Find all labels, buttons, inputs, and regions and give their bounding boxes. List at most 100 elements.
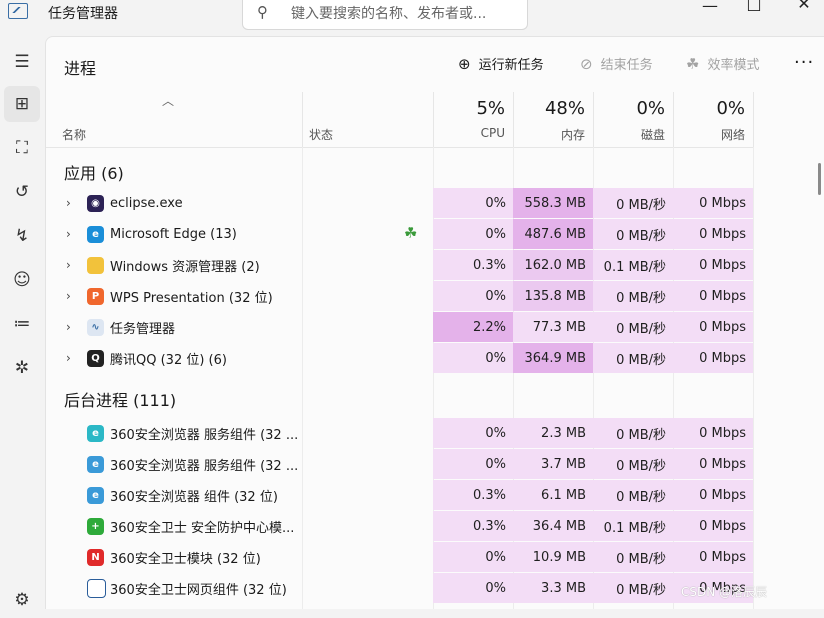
memory-total: 48% (544, 98, 585, 119)
cpu-cell: 0% (433, 449, 513, 479)
process-row[interactable]: e 360安全浏览器 服务组件 (32 ... (46, 449, 302, 479)
eclipse-icon: ◉ (87, 194, 104, 212)
page-title: 进程 (64, 59, 97, 78)
performance-nav-icon[interactable]: ⛶ (4, 130, 40, 166)
disk-cell: 0 MB/秒 (593, 312, 673, 342)
process-row[interactable]: › Windows 资源管理器 (2) (46, 250, 302, 280)
mem-cell: 364.9 MB (513, 343, 593, 373)
group-header-background[interactable]: 后台进程 (111) (64, 387, 176, 411)
disk-cell: 0 MB/秒 (593, 219, 673, 249)
mem-cell: 162.0 MB (513, 250, 593, 280)
process-name: 360安全浏览器 服务组件 (32 ... (110, 427, 299, 443)
mem-cell: 2.3 MB (513, 418, 593, 448)
startup-apps-nav-icon[interactable]: ↯ (4, 218, 40, 254)
net-cell: 0 Mbps (673, 511, 753, 541)
process-row[interactable]: › e Microsoft Edge (13) (46, 219, 302, 249)
cpu-cell: 0% (433, 281, 513, 311)
app-history-nav-icon[interactable]: ↺ (4, 174, 40, 210)
net-cell: 0 Mbps (673, 188, 753, 218)
divider (302, 147, 303, 609)
settings-gear-icon[interactable]: ⚙ (4, 582, 40, 618)
column-header-name[interactable]: ︿ 名称 (46, 92, 303, 147)
process-row[interactable]: e 360安全浏览器 服务组件 (32 ... (46, 418, 302, 448)
process-row[interactable]: N 360安全卫士模块 (32 位) (46, 542, 302, 572)
close-button[interactable]: ✕ (784, 0, 824, 13)
sort-ascending-icon: ︿ (162, 94, 175, 108)
run-new-task-button[interactable]: ⊕ 运行新任务 (458, 54, 544, 74)
360-safe-icon: + (87, 517, 104, 535)
process-name: Microsoft Edge (13) (110, 226, 237, 242)
column-header-network[interactable]: 0% 网络 (673, 92, 754, 147)
qq-icon: Q (87, 349, 104, 367)
title-bar: 任务管理器 ⚲ — □ ✕ (0, 0, 824, 32)
efficiency-mode-leaf-icon: ☘ (404, 224, 418, 242)
maximize-button[interactable]: □ (734, 0, 774, 13)
processes-nav-icon[interactable]: ⊞ (4, 86, 40, 122)
window-title: 任务管理器 (48, 6, 118, 22)
expand-chevron-icon[interactable]: › (66, 320, 71, 334)
cpu-cell: 0.3% (433, 250, 513, 280)
mem-cell: 558.3 MB (513, 188, 593, 218)
cpu-cell: 0% (433, 188, 513, 218)
group-header-apps[interactable]: 应用 (6) (64, 160, 124, 184)
mem-cell: 36.4 MB (513, 511, 593, 541)
users-nav-icon[interactable]: ☺ (4, 262, 40, 298)
search-box[interactable]: ⚲ (242, 0, 528, 30)
expand-chevron-icon[interactable]: › (66, 227, 71, 241)
disk-cell: 0 MB/秒 (593, 343, 673, 373)
services-nav-icon[interactable]: ✲ (4, 350, 40, 386)
net-cell: 0 Mbps (673, 480, 753, 510)
cpu-cell: 0% (433, 573, 513, 603)
disk-cell: 0 MB/秒 (593, 449, 673, 479)
expand-chevron-icon[interactable]: › (66, 289, 71, 303)
search-input[interactable] (289, 1, 518, 27)
efficiency-mode-button[interactable]: ☘ 效率模式 (686, 54, 759, 74)
process-row[interactable]: e 360安全浏览器 组件 (32 位) (46, 480, 302, 510)
mem-cell: 77.3 MB (513, 312, 593, 342)
details-nav-icon[interactable]: ≔ (4, 306, 40, 342)
hamburger-menu-icon[interactable]: ☰ (4, 44, 40, 80)
cpu-label: CPU (480, 126, 505, 140)
process-row[interactable]: › P WPS Presentation (32 位) (46, 281, 302, 311)
cpu-cell: 0% (433, 418, 513, 448)
expand-chevron-icon[interactable]: › (66, 196, 71, 210)
task-manager-app-icon (8, 3, 28, 19)
process-name: eclipse.exe (110, 195, 183, 211)
end-task-button[interactable]: ⊘ 结束任务 (580, 54, 653, 74)
net-cell: 0 Mbps (673, 312, 753, 342)
minimize-button[interactable]: — (690, 0, 730, 15)
end-task-label: 结束任务 (600, 58, 653, 73)
process-name: 360安全卫士 安全防护中心模... (110, 520, 295, 536)
mem-cell: 135.8 MB (513, 281, 593, 311)
process-row[interactable]: 360安全卫士网页组件 (32 位) (46, 573, 302, 603)
more-options-button[interactable]: ··· (794, 52, 814, 73)
watermark: CSDN @洛辰辰 (681, 585, 768, 599)
360-browser-service-icon: e (87, 424, 104, 442)
end-task-icon: ⊘ (580, 54, 593, 73)
memory-label: 内存 (560, 128, 585, 142)
mem-cell: 10.9 MB (513, 542, 593, 572)
process-row[interactable]: › ◉ eclipse.exe (46, 188, 302, 218)
disk-cell: 0 MB/秒 (593, 418, 673, 448)
process-row[interactable]: +360安全卫士 安全防护中心模... (46, 511, 302, 541)
column-header-disk[interactable]: 0% 磁盘 (593, 92, 674, 147)
column-header-memory[interactable]: 48% 内存 (513, 92, 594, 147)
disk-cell: 0.1 MB/秒 (593, 250, 673, 280)
process-name: 360安全浏览器 组件 (32 位) (110, 489, 278, 505)
new-task-icon: ⊕ (458, 54, 471, 73)
wps-icon: P (87, 287, 104, 305)
vertical-scrollbar[interactable] (818, 163, 821, 195)
cpu-cell: 0.3% (433, 511, 513, 541)
column-header-cpu[interactable]: 5% CPU (433, 92, 514, 147)
column-header-status[interactable]: 状态 (302, 92, 434, 147)
disk-total: 0% (636, 98, 665, 119)
expand-chevron-icon[interactable]: › (66, 258, 71, 272)
expand-chevron-icon[interactable]: › (66, 351, 71, 365)
folder-icon (87, 256, 104, 274)
process-row[interactable]: › ∿ 任务管理器 (46, 312, 302, 342)
network-label: 网络 (720, 128, 745, 142)
processes-panel: 进程 ⊕ 运行新任务 ⊘ 结束任务 ☘ 效率模式 ··· ︿ 名称 状态 5% … (45, 36, 824, 609)
process-row[interactable]: › Q 腾讯QQ (32 位) (6) (46, 343, 302, 373)
net-cell: 0 Mbps (673, 281, 753, 311)
process-name: 360安全卫士网页组件 (32 位) (110, 582, 287, 598)
